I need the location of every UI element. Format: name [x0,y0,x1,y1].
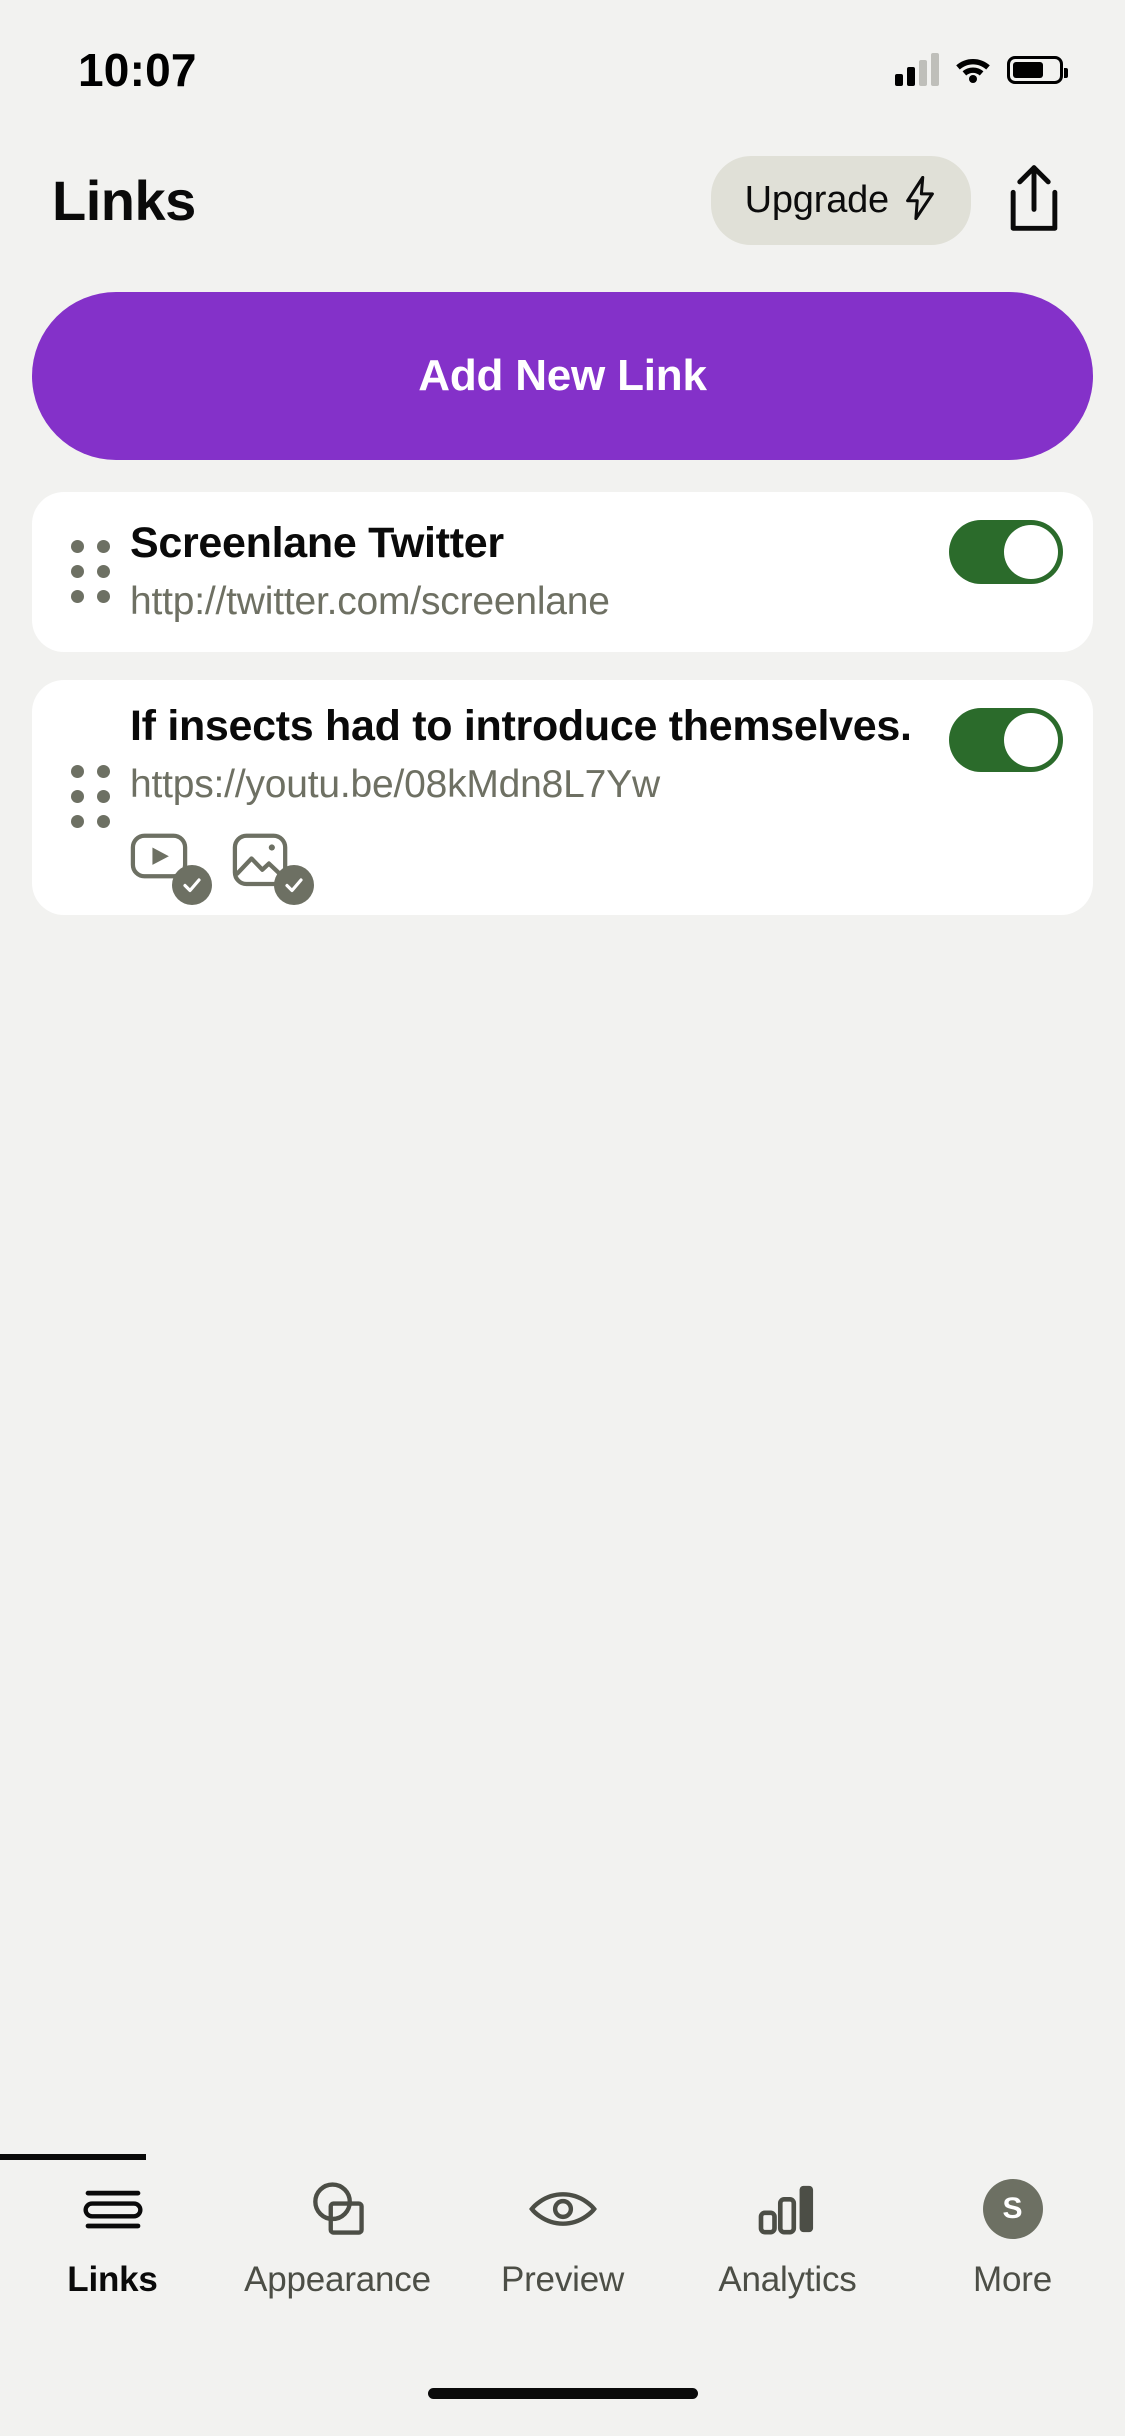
add-link-section: Add New Link [0,260,1125,460]
list-item[interactable]: Screenlane Twitter http://twitter.com/sc… [32,492,1093,652]
media-checked-badge [172,864,212,905]
wifi-icon [953,53,993,88]
page-header: Links Upgrade [0,140,1125,260]
link-enabled-toggle[interactable] [949,708,1063,772]
image-thumbnail-icon[interactable] [232,833,314,905]
sidebar-item-appearance[interactable]: Appearance [225,2176,450,2300]
status-bar: 10:07 [0,0,1125,140]
bar-chart-icon [757,2176,819,2242]
tab-label-analytics: Analytics [718,2260,857,2299]
media-badges [130,833,933,905]
link-title: Screenlane Twitter [130,518,504,567]
sidebar-item-analytics[interactable]: Analytics [675,2176,900,2300]
eye-icon [528,2176,598,2242]
media-checked-badge [274,864,314,905]
add-new-link-button[interactable]: Add New Link [32,292,1093,460]
status-time: 10:07 [78,44,197,96]
toggle-knob [1004,713,1058,767]
tab-label-preview: Preview [500,2260,625,2299]
toggle-knob [1004,525,1058,579]
upgrade-button[interactable]: Upgrade [710,155,971,245]
list-item[interactable]: If insects had to introduce themselves. … [32,680,1093,915]
sidebar-item-preview[interactable]: Preview [450,2176,675,2300]
tab-label-appearance: Appearance [244,2260,431,2299]
share-button[interactable] [991,157,1077,243]
video-thumbnail-icon[interactable] [130,833,212,905]
cellular-signal-icon [895,53,939,86]
battery-icon [1007,56,1068,84]
link-url: https://youtu.be/08kMdn8L7Yw [130,762,660,806]
sidebar-item-links[interactable]: Links [0,2176,225,2300]
drag-handle-icon[interactable] [68,540,114,604]
app-screen: 10:07 Links Upgrade Add New Link Screenl… [0,0,1125,2436]
links-stack-icon [82,2176,144,2242]
tab-label-links: Links [67,2260,158,2299]
link-card-body: If insects had to introduce themselves. … [130,702,949,905]
home-indicator[interactable] [427,2387,698,2399]
page-title: Links [52,168,196,232]
drag-handle-icon[interactable] [68,765,114,829]
avatar: S [982,2179,1043,2239]
tab-label-more: More [973,2260,1052,2299]
shapes-icon [307,2176,369,2242]
link-url: http://twitter.com/screenlane [130,579,610,623]
lightning-bolt-icon [903,175,937,225]
status-icons [895,53,1068,88]
link-card-body: Screenlane Twitter http://twitter.com/sc… [130,519,949,626]
share-upload-icon [1003,162,1065,239]
link-enabled-toggle[interactable] [949,520,1063,584]
sidebar-item-more[interactable]: S More [900,2176,1125,2300]
upgrade-button-label: Upgrade [744,178,890,221]
bottom-tab-bar: Links Appearance Preview Analytics S Mor… [0,2154,1125,2350]
home-indicator-area [0,2350,1125,2436]
link-title: If insects had to introduce themselves. [130,702,912,750]
avatar-icon: S [982,2176,1043,2242]
link-list: Screenlane Twitter http://twitter.com/sc… [0,460,1125,915]
